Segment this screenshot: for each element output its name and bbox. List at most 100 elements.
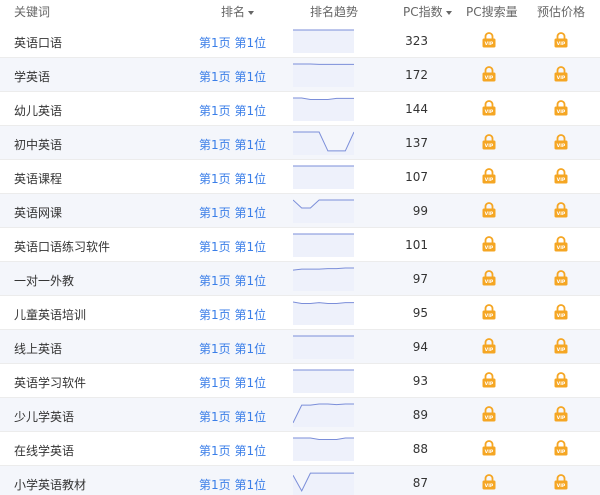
rank-link[interactable]: 第1页 第1位 <box>199 238 266 255</box>
rank-link[interactable]: 第1页 第1位 <box>199 374 266 391</box>
vip-lock-icon[interactable]: VIP <box>482 338 496 354</box>
keyword-cell: 英语课程 <box>14 172 63 186</box>
svg-text:VIP: VIP <box>485 75 494 81</box>
keyword-cell: 幼儿英语 <box>14 104 63 118</box>
vip-lock-icon[interactable]: VIP <box>482 134 496 150</box>
vip-lock-icon[interactable]: VIP <box>554 66 568 82</box>
sparkline-area <box>293 370 354 393</box>
vip-lock-icon[interactable]: VIP <box>482 32 496 48</box>
vip-lock-icon[interactable]: VIP <box>482 304 496 320</box>
sparkline-area <box>293 336 354 359</box>
pc-index-cell: 87 <box>412 476 428 490</box>
rank-link[interactable]: 第1页 第1位 <box>199 170 266 187</box>
svg-text:VIP: VIP <box>557 381 566 387</box>
svg-text:VIP: VIP <box>557 143 566 149</box>
rank-trend-sparkline <box>293 29 354 53</box>
vip-lock-icon[interactable]: VIP <box>554 100 568 116</box>
keyword-cell: 儿童英语培训 <box>14 308 87 322</box>
svg-text:VIP: VIP <box>557 245 566 251</box>
table-row: 英语口语 第1页 第1位 323 VIP VIP <box>0 24 600 58</box>
rank-trend-sparkline <box>293 63 354 87</box>
vip-lock-icon[interactable]: VIP <box>554 406 568 422</box>
rank-link[interactable]: 第1页 第1位 <box>199 34 266 51</box>
table-row: 在线学英语 第1页 第1位 88 VIP VIP <box>0 432 600 466</box>
sparkline-area <box>293 302 354 325</box>
svg-text:VIP: VIP <box>485 347 494 353</box>
keyword-cell: 英语口语练习软件 <box>14 240 111 254</box>
rank-link[interactable]: 第1页 第1位 <box>199 272 266 289</box>
vip-lock-icon[interactable]: VIP <box>482 270 496 286</box>
rank-trend-sparkline <box>293 233 354 257</box>
caret-down-icon <box>248 10 255 15</box>
rank-trend-sparkline <box>293 199 354 223</box>
rank-link[interactable]: 第1页 第1位 <box>199 306 266 323</box>
svg-text:VIP: VIP <box>557 279 566 285</box>
pc-index-cell: 94 <box>412 340 428 354</box>
vip-lock-icon[interactable]: VIP <box>554 474 568 490</box>
table-row: 幼儿英语 第1页 第1位 144 VIP VIP <box>0 92 600 126</box>
keyword-cell: 在线学英语 <box>14 444 75 458</box>
vip-lock-icon[interactable]: VIP <box>554 134 568 150</box>
svg-text:VIP: VIP <box>485 279 494 285</box>
vip-lock-icon[interactable]: VIP <box>482 406 496 422</box>
pc-index-cell: 88 <box>412 442 428 456</box>
vip-lock-icon[interactable]: VIP <box>482 66 496 82</box>
rank-link[interactable]: 第1页 第1位 <box>199 102 266 119</box>
svg-text:VIP: VIP <box>557 415 566 421</box>
rank-trend-sparkline <box>293 301 354 325</box>
header-rank-sort[interactable]: 排名 <box>221 3 255 20</box>
keyword-cell: 小学英语教材 <box>14 478 87 492</box>
header-pc-search: PC搜索量 <box>466 5 518 19</box>
pc-index-cell: 93 <box>412 374 428 388</box>
keyword-cell: 英语网课 <box>14 206 63 220</box>
header-price: 预估价格 <box>537 5 586 19</box>
vip-lock-icon[interactable]: VIP <box>554 168 568 184</box>
vip-lock-icon[interactable]: VIP <box>554 338 568 354</box>
table-row: 英语网课 第1页 第1位 99 VIP VIP <box>0 194 600 228</box>
vip-lock-icon[interactable]: VIP <box>554 440 568 456</box>
rank-trend-sparkline <box>293 165 354 189</box>
vip-lock-icon[interactable]: VIP <box>554 236 568 252</box>
keyword-cell: 英语学习软件 <box>14 376 87 390</box>
sparkline-area <box>293 438 354 461</box>
rank-trend-sparkline <box>293 131 354 155</box>
rank-link[interactable]: 第1页 第1位 <box>199 204 266 221</box>
svg-text:VIP: VIP <box>557 177 566 183</box>
sparkline-area <box>293 98 354 121</box>
vip-lock-icon[interactable]: VIP <box>554 270 568 286</box>
svg-text:VIP: VIP <box>485 245 494 251</box>
sparkline-area <box>293 64 354 87</box>
vip-lock-icon[interactable]: VIP <box>554 304 568 320</box>
rank-link[interactable]: 第1页 第1位 <box>199 442 266 459</box>
vip-lock-icon[interactable]: VIP <box>554 372 568 388</box>
rank-trend-sparkline <box>293 335 354 359</box>
rank-link[interactable]: 第1页 第1位 <box>199 408 266 425</box>
sparkline-area <box>293 166 354 189</box>
vip-lock-icon[interactable]: VIP <box>482 372 496 388</box>
table-header: 关键词 排名 排名趋势 PC指数 PC搜索量 预估价格 <box>0 0 600 24</box>
vip-lock-icon[interactable]: VIP <box>554 32 568 48</box>
rank-link[interactable]: 第1页 第1位 <box>199 340 266 357</box>
table-row: 线上英语 第1页 第1位 94 VIP VIP <box>0 330 600 364</box>
sparkline-area <box>293 404 354 427</box>
svg-text:VIP: VIP <box>485 211 494 217</box>
vip-lock-icon[interactable]: VIP <box>482 236 496 252</box>
vip-lock-icon[interactable]: VIP <box>482 100 496 116</box>
table-row: 英语课程 第1页 第1位 107 VIP VIP <box>0 160 600 194</box>
rank-link[interactable]: 第1页 第1位 <box>199 68 266 85</box>
vip-lock-icon[interactable]: VIP <box>482 474 496 490</box>
pc-index-cell: 144 <box>405 102 428 116</box>
vip-lock-icon[interactable]: VIP <box>554 202 568 218</box>
svg-text:VIP: VIP <box>557 211 566 217</box>
keyword-cell: 少儿学英语 <box>14 410 75 424</box>
header-pc-index-label: PC指数 <box>403 5 443 19</box>
header-pc-index-sort[interactable]: PC指数 <box>403 3 452 20</box>
sparkline-area <box>293 30 354 53</box>
rank-link[interactable]: 第1页 第1位 <box>199 136 266 153</box>
rank-link[interactable]: 第1页 第1位 <box>199 476 266 493</box>
vip-lock-icon[interactable]: VIP <box>482 168 496 184</box>
keyword-cell: 初中英语 <box>14 138 63 152</box>
vip-lock-icon[interactable]: VIP <box>482 440 496 456</box>
vip-lock-icon[interactable]: VIP <box>482 202 496 218</box>
table-row: 初中英语 第1页 第1位 137 VIP VIP <box>0 126 600 160</box>
